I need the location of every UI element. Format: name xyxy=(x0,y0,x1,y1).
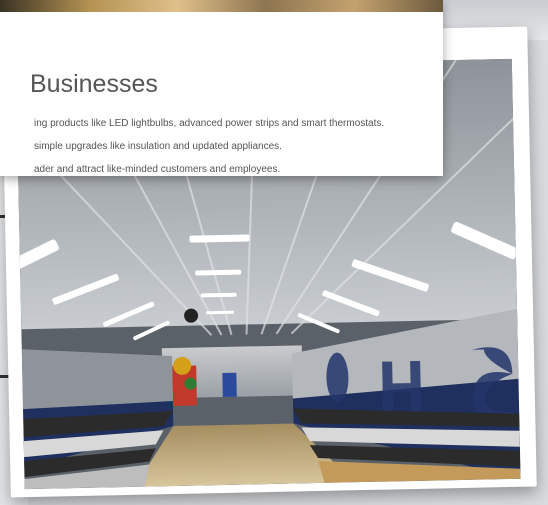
bullet-item: ing products like LED lightbulbs, advanc… xyxy=(34,118,385,129)
section-title: Businesses xyxy=(30,70,158,98)
header-image-strip xyxy=(0,0,443,12)
businesses-section-card: Businesses ing products like LED lightbu… xyxy=(0,0,443,176)
bullet-item: simple upgrades like insulation and upda… xyxy=(34,141,282,152)
cafeteria-tables-right xyxy=(293,408,521,483)
bullet-item: ader and attract like-minded customers a… xyxy=(34,164,281,175)
